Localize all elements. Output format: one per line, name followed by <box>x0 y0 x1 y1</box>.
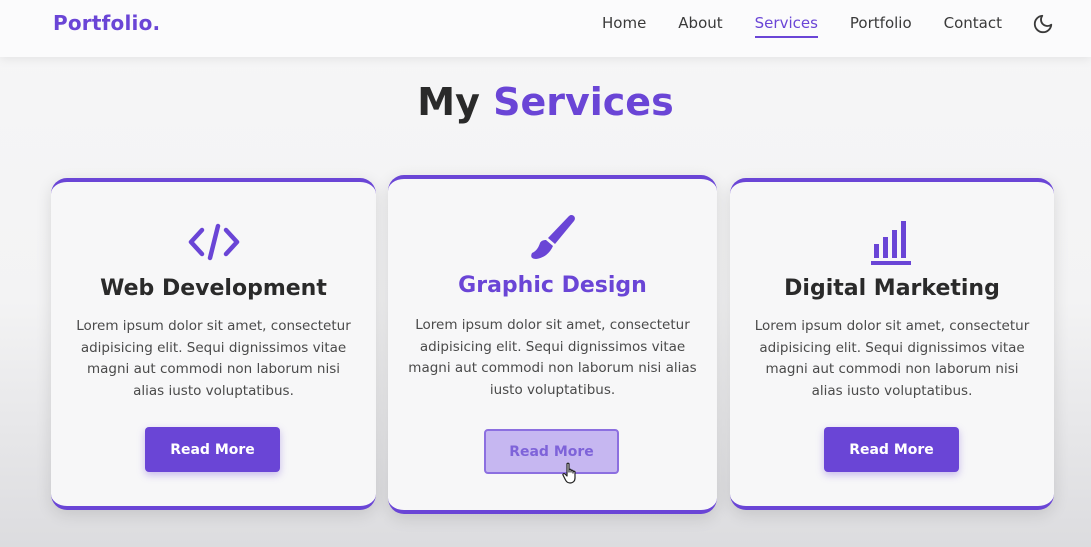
nav-link-services[interactable]: Services <box>754 14 819 38</box>
section-title-prefix: My <box>417 80 480 124</box>
hand-cursor-icon <box>562 462 578 484</box>
nav-link-contact[interactable]: Contact <box>944 14 1002 38</box>
nav-link-portfolio[interactable]: Portfolio <box>850 14 912 38</box>
service-card-graphic-design: Graphic Design Lorem ipsum dolor sit ame… <box>388 175 717 514</box>
code-icon <box>51 222 376 262</box>
nav-link-home[interactable]: Home <box>602 14 646 38</box>
read-more-button[interactable]: Read More <box>824 427 959 472</box>
card-title: Graphic Design <box>458 273 647 298</box>
section-title: My Services <box>0 80 1091 124</box>
navbar: Portfolio. Home About Services Portfolio… <box>0 0 1091 57</box>
service-card-digital-marketing: Digital Marketing Lorem ipsum dolor sit … <box>730 178 1054 510</box>
moon-icon[interactable] <box>1032 13 1054 35</box>
card-description: Lorem ipsum dolor sit amet, consectetur … <box>754 318 1030 399</box>
read-more-button[interactable]: Read More <box>484 429 619 474</box>
card-title: Web Development <box>100 276 327 301</box>
logo[interactable]: Portfolio. <box>53 11 160 35</box>
read-more-button[interactable]: Read More <box>145 427 280 472</box>
paintbrush-icon <box>388 213 717 265</box>
card-title: Digital Marketing <box>784 276 1000 301</box>
section-title-accent: Services <box>493 80 674 124</box>
service-card-web-development: Web Development Lorem ipsum dolor sit am… <box>51 178 376 510</box>
chart-bars-icon <box>730 218 1054 266</box>
card-description: Lorem ipsum dolor sit amet, consectetur … <box>408 317 697 398</box>
nav-links: Home About Services Portfolio Contact <box>602 14 1034 38</box>
card-description: Lorem ipsum dolor sit amet, consectetur … <box>76 318 351 399</box>
nav-link-about[interactable]: About <box>678 14 722 38</box>
